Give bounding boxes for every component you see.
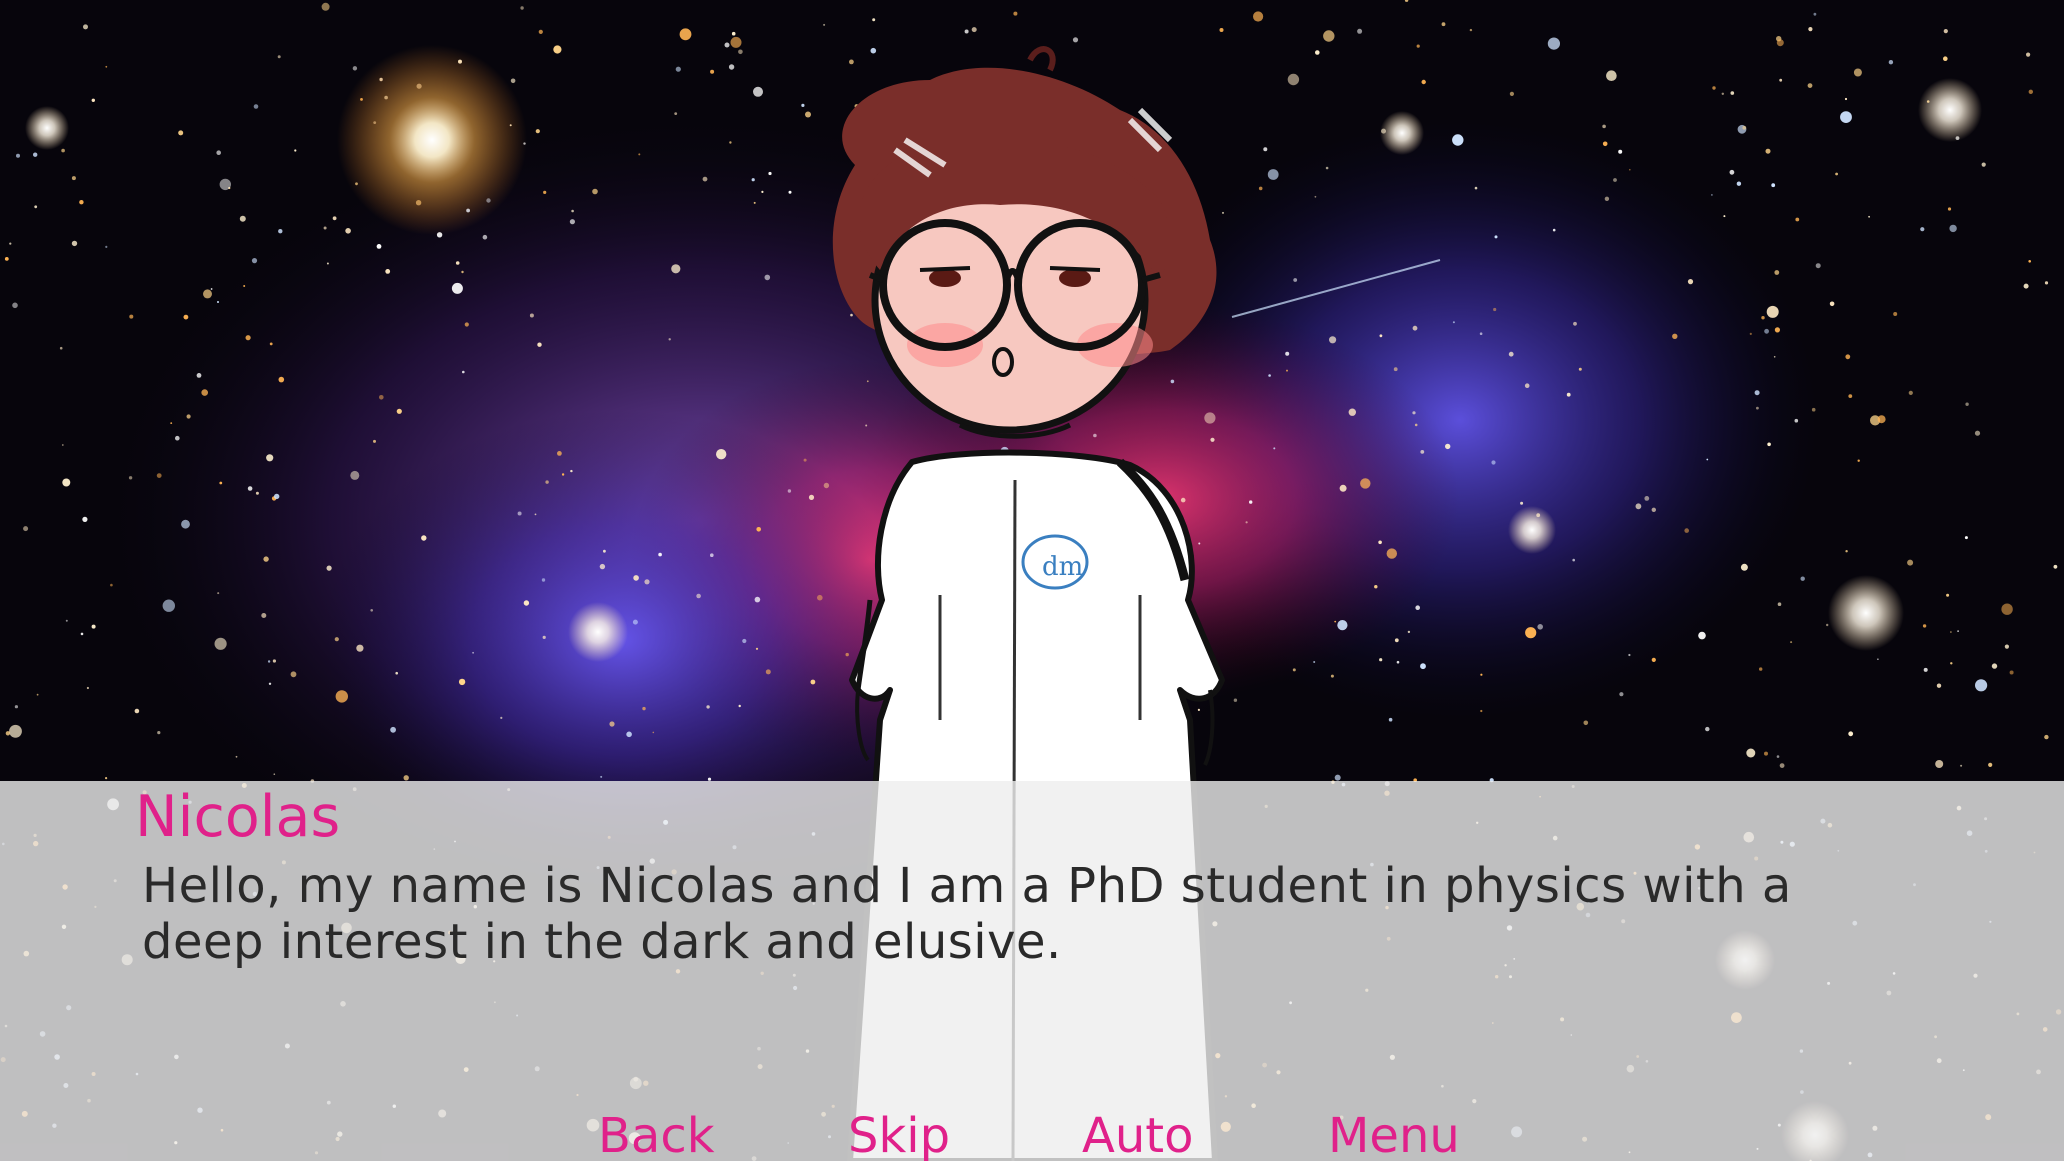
speaker-name: Nicolas <box>135 784 341 850</box>
dialogue-line: deep interest in the dark and elusive. <box>142 914 1062 970</box>
back-button[interactable]: Back <box>598 1106 715 1161</box>
game-screen[interactable]: dm Nicolas Hello, my name is Nicolas and… <box>0 0 2064 1161</box>
skip-button[interactable]: Skip <box>848 1106 950 1161</box>
auto-button[interactable]: Auto <box>1082 1106 1193 1161</box>
dialogue-line: Hello, my name is Nicolas and I am a PhD… <box>142 858 1792 914</box>
svg-text:dm: dm <box>1042 552 1083 582</box>
menu-button[interactable]: Menu <box>1328 1106 1460 1161</box>
dialogue-text: Hello, my name is Nicolas and I am a PhD… <box>142 858 1942 970</box>
